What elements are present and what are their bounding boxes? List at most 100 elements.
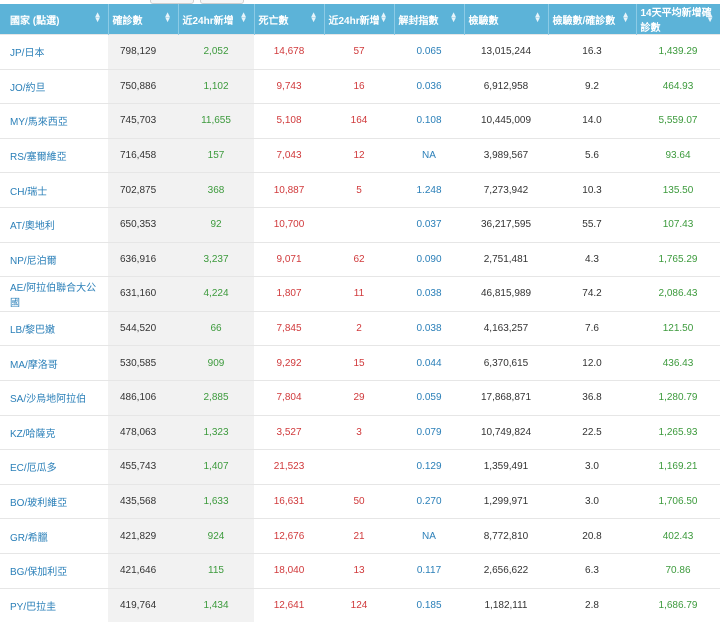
cell-avg: 2,086.43	[636, 277, 720, 312]
cell-index: 0.108	[394, 104, 464, 139]
country-link[interactable]: KZ/哈薩克	[0, 415, 108, 450]
sort-arrows-icon[interactable]: ▲▼	[310, 12, 318, 22]
cell-deaths: 9,292	[254, 346, 324, 381]
country-link[interactable]: GR/希臘	[0, 519, 108, 554]
column-header-cases[interactable]: 確診數 ▲▼	[108, 4, 178, 35]
sort-arrows-icon[interactable]: ▲▼	[164, 12, 172, 22]
cell-tests: 1,182,111	[464, 588, 548, 622]
country-link[interactable]: JO/約旦	[0, 69, 108, 104]
column-header-new[interactable]: 近24hr新增 ▲▼	[178, 4, 254, 35]
country-link[interactable]: EC/厄瓜多	[0, 450, 108, 485]
column-header-country[interactable]: 國家 (點選)▲▼	[0, 4, 108, 35]
column-header-label: 近24hr新增	[183, 12, 234, 27]
cell-tests: 2,656,622	[464, 553, 548, 588]
cell-avg: 121.50	[636, 311, 720, 346]
column-header-label: 確診數	[113, 12, 143, 27]
cell-cases: 631,160	[108, 277, 178, 312]
sort-arrows-icon[interactable]: ▲▼	[622, 12, 630, 22]
cell-deaths: 18,040	[254, 553, 324, 588]
cell-avg: 135.50	[636, 173, 720, 208]
cell-deaths: 12,641	[254, 588, 324, 622]
cell-cases: 435,568	[108, 484, 178, 519]
sort-arrows-icon[interactable]: ▲▼	[94, 12, 102, 22]
cell-deaths: 21,523	[254, 450, 324, 485]
column-header-avg[interactable]: 14天平均新增確診數▲▼	[636, 4, 720, 35]
cell-index: 0.129	[394, 450, 464, 485]
country-link[interactable]: BO/玻利維亞	[0, 484, 108, 519]
cell-newd	[324, 450, 394, 485]
cell-tests: 36,217,595	[464, 207, 548, 242]
cell-new: 3,237	[178, 242, 254, 277]
sort-arrows-icon[interactable]: ▲▼	[450, 12, 458, 22]
cell-tests: 6,912,958	[464, 69, 548, 104]
cell-cases: 636,916	[108, 242, 178, 277]
country-link[interactable]: BG/保加利亞	[0, 553, 108, 588]
cell-deaths: 5,108	[254, 104, 324, 139]
cell-index: 0.079	[394, 415, 464, 450]
country-link[interactable]: MA/摩洛哥	[0, 346, 108, 381]
cell-ratio: 12.0	[548, 346, 636, 381]
table-row: GR/希臘421,82992412,67621NA8,772,81020.840…	[0, 519, 720, 554]
cell-newd: 13	[324, 553, 394, 588]
cell-ratio: 14.0	[548, 104, 636, 139]
country-link[interactable]: AE/阿拉伯聯合大公國	[0, 277, 108, 312]
column-header-deaths[interactable]: 死亡數▲▼	[254, 4, 324, 35]
cell-ratio: 16.3	[548, 35, 636, 70]
country-link[interactable]: AT/奧地利	[0, 207, 108, 242]
cell-new: 4,224	[178, 277, 254, 312]
table-row: RS/塞爾維亞716,4581577,04312NA3,989,5675.693…	[0, 138, 720, 173]
cell-avg: 5,559.07	[636, 104, 720, 139]
cell-newd	[324, 207, 394, 242]
sort-arrows-icon[interactable]: ▲▼	[380, 12, 388, 22]
column-header-index[interactable]: 解封指數▲▼	[394, 4, 464, 35]
cell-tests: 1,359,491	[464, 450, 548, 485]
cell-avg: 70.86	[636, 553, 720, 588]
table-body: JP/日本798,1292,05214,678570.06513,015,244…	[0, 35, 720, 622]
country-link[interactable]: NP/尼泊爾	[0, 242, 108, 277]
cell-ratio: 7.6	[548, 311, 636, 346]
cell-tests: 10,749,824	[464, 415, 548, 450]
country-link[interactable]: MY/馬來西亞	[0, 104, 108, 139]
country-link[interactable]: JP/日本	[0, 35, 108, 70]
cell-new: 1,407	[178, 450, 254, 485]
cell-new: 909	[178, 346, 254, 381]
cell-newd: 11	[324, 277, 394, 312]
cell-index: 0.036	[394, 69, 464, 104]
cell-ratio: 3.0	[548, 484, 636, 519]
country-link[interactable]: RS/塞爾維亞	[0, 138, 108, 173]
cell-tests: 1,299,971	[464, 484, 548, 519]
cell-tests: 10,445,009	[464, 104, 548, 139]
cell-new: 2,052	[178, 35, 254, 70]
cell-tests: 7,273,942	[464, 173, 548, 208]
cell-tests: 13,015,244	[464, 35, 548, 70]
cell-index: 0.038	[394, 311, 464, 346]
cell-deaths: 16,631	[254, 484, 324, 519]
country-link[interactable]: LB/黎巴嫩	[0, 311, 108, 346]
cell-deaths: 7,043	[254, 138, 324, 173]
cell-deaths: 3,527	[254, 415, 324, 450]
table-row: MA/摩洛哥530,5859099,292150.0446,370,61512.…	[0, 346, 720, 381]
column-header-ratio[interactable]: 檢驗數/確診數▲▼	[548, 4, 636, 35]
table-row: BG/保加利亞421,64611518,040130.1172,656,6226…	[0, 553, 720, 588]
country-link[interactable]: SA/沙烏地阿拉伯	[0, 380, 108, 415]
cell-new: 66	[178, 311, 254, 346]
country-link[interactable]: CH/瑞士	[0, 173, 108, 208]
cell-avg: 436.43	[636, 346, 720, 381]
sort-arrows-icon[interactable]: ▲▼	[240, 12, 248, 22]
column-header-tests[interactable]: 檢驗數 ▲▼	[464, 4, 548, 35]
cell-index: 0.270	[394, 484, 464, 519]
cell-avg: 1,280.79	[636, 380, 720, 415]
cell-ratio: 3.0	[548, 450, 636, 485]
column-header-newd[interactable]: 近24hr新增▲▼	[324, 4, 394, 35]
cell-new: 11,655	[178, 104, 254, 139]
column-header-label: 檢驗數	[469, 12, 499, 27]
cell-deaths: 9,743	[254, 69, 324, 104]
cell-cases: 750,886	[108, 69, 178, 104]
cell-ratio: 74.2	[548, 277, 636, 312]
cell-new: 924	[178, 519, 254, 554]
sort-arrows-icon[interactable]: ▲▼	[534, 12, 542, 22]
country-link[interactable]: PY/巴拉圭	[0, 588, 108, 622]
sort-arrows-icon[interactable]: ▲▼	[706, 12, 714, 22]
table-row: MY/馬來西亞745,70311,6555,1081640.10810,445,…	[0, 104, 720, 139]
cell-avg: 1,706.50	[636, 484, 720, 519]
